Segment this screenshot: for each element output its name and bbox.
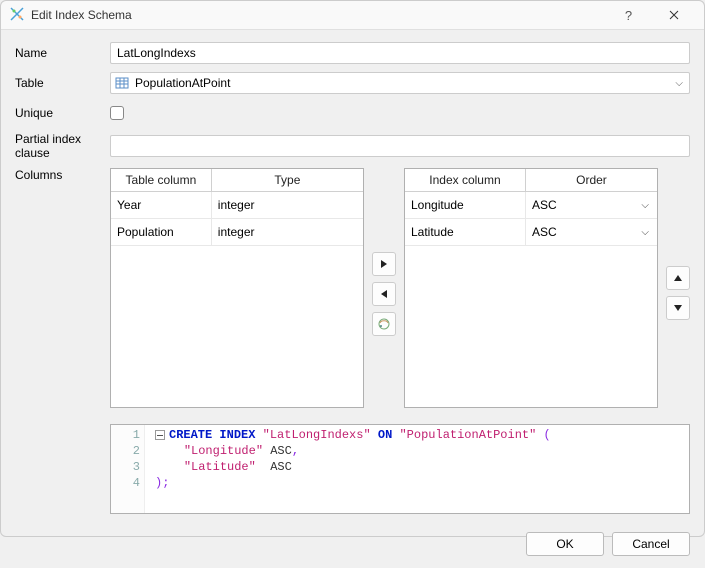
unique-label: Unique bbox=[15, 106, 110, 120]
transfer-buttons bbox=[372, 168, 396, 408]
dialog-title: Edit Index Schema bbox=[31, 8, 606, 22]
move-down-button[interactable] bbox=[666, 296, 690, 320]
partial-label: Partial index clause bbox=[15, 132, 110, 160]
remove-column-button[interactable] bbox=[372, 282, 396, 306]
partial-clause-input[interactable] bbox=[110, 135, 690, 157]
fold-icon[interactable] bbox=[155, 430, 165, 440]
line-gutter: 1234 bbox=[111, 425, 145, 513]
grid-header-cell: Type bbox=[212, 169, 363, 191]
grid-header-cell: Table column bbox=[111, 169, 212, 191]
order-select[interactable]: ASC ⌵ bbox=[526, 192, 657, 218]
sql-preview: 1234 CREATE INDEX "LatLongIndexs" ON "Po… bbox=[110, 424, 690, 514]
table-row[interactable]: Latitude ASC ⌵ bbox=[405, 219, 657, 246]
add-expression-button[interactable] bbox=[372, 312, 396, 336]
dialog-window: Edit Index Schema ? Name Table bbox=[0, 0, 705, 537]
table-row[interactable]: Population integer bbox=[111, 219, 363, 246]
order-select[interactable]: ASC ⌵ bbox=[526, 219, 657, 245]
cancel-button[interactable]: Cancel bbox=[612, 532, 690, 556]
ok-button[interactable]: OK bbox=[526, 532, 604, 556]
table-row[interactable]: Longitude ASC ⌵ bbox=[405, 192, 657, 219]
app-icon bbox=[9, 6, 25, 25]
add-column-button[interactable] bbox=[372, 252, 396, 276]
table-label: Table bbox=[15, 76, 110, 90]
grid-header-cell: Index column bbox=[405, 169, 526, 191]
move-up-button[interactable] bbox=[666, 266, 690, 290]
chevron-down-icon: ⌵ bbox=[673, 78, 685, 89]
grid-header-cell: Order bbox=[526, 169, 657, 191]
title-bar: Edit Index Schema ? bbox=[1, 1, 704, 30]
unique-checkbox[interactable] bbox=[110, 106, 124, 120]
dialog-body: Name Table PopulationAtPoint bbox=[1, 30, 704, 522]
sql-code[interactable]: CREATE INDEX "LatLongIndexs" ON "Populat… bbox=[145, 425, 689, 513]
index-columns-grid[interactable]: Index column Order Longitude ASC ⌵ La bbox=[404, 168, 658, 408]
help-button[interactable]: ? bbox=[606, 1, 651, 29]
table-icon bbox=[115, 75, 131, 91]
reorder-buttons bbox=[666, 168, 690, 408]
available-columns-grid[interactable]: Table column Type Year integer Populatio… bbox=[110, 168, 364, 408]
name-label: Name bbox=[15, 46, 110, 60]
columns-label: Columns bbox=[15, 168, 110, 182]
table-value: PopulationAtPoint bbox=[135, 76, 673, 90]
table-select[interactable]: PopulationAtPoint ⌵ bbox=[110, 72, 690, 94]
table-row[interactable]: Year integer bbox=[111, 192, 363, 219]
chevron-down-icon: ⌵ bbox=[641, 227, 651, 238]
dialog-footer: OK Cancel bbox=[1, 522, 704, 568]
close-button[interactable] bbox=[651, 1, 696, 29]
name-input[interactable] bbox=[110, 42, 690, 64]
chevron-down-icon: ⌵ bbox=[641, 200, 651, 211]
